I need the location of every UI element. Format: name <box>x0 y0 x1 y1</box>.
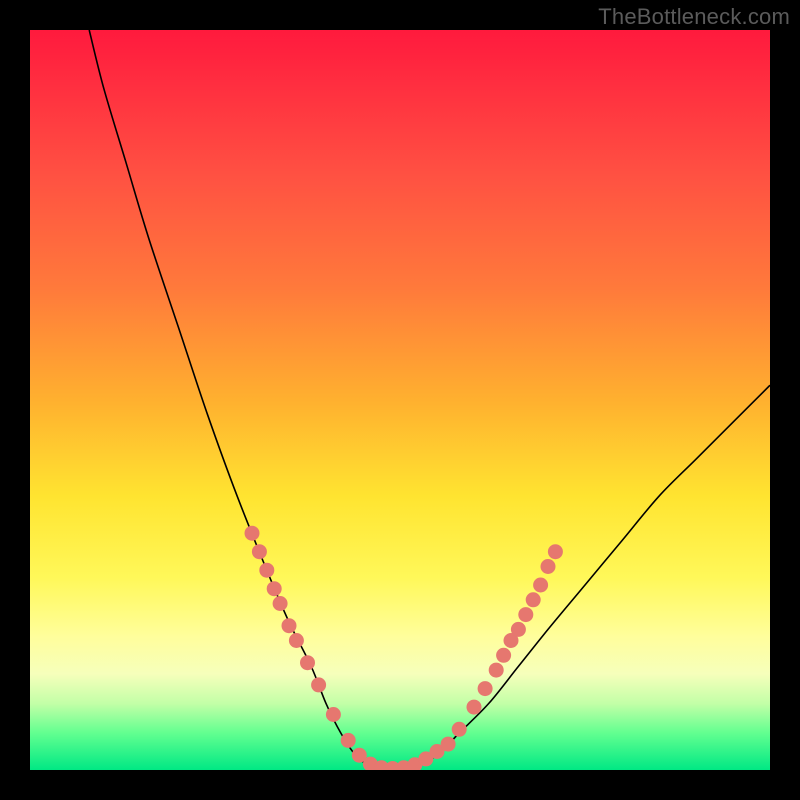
data-point <box>518 607 533 622</box>
data-point <box>467 700 482 715</box>
data-point <box>326 707 341 722</box>
data-points-group <box>245 526 563 770</box>
data-point <box>273 596 288 611</box>
data-point <box>441 737 456 752</box>
bottleneck-curve <box>89 30 770 770</box>
chart-svg <box>30 30 770 770</box>
data-point <box>341 733 356 748</box>
data-point <box>526 592 541 607</box>
data-point <box>311 677 326 692</box>
data-point <box>252 544 267 559</box>
data-point <box>489 663 504 678</box>
plot-area <box>30 30 770 770</box>
data-point <box>289 633 304 648</box>
chart-frame: TheBottleneck.com <box>0 0 800 800</box>
data-point <box>496 648 511 663</box>
data-point <box>478 681 493 696</box>
data-point <box>548 544 563 559</box>
data-point <box>259 563 274 578</box>
data-point <box>245 526 260 541</box>
data-point <box>511 622 526 637</box>
watermark-text: TheBottleneck.com <box>598 4 790 30</box>
data-point <box>282 618 297 633</box>
data-point <box>300 655 315 670</box>
data-point <box>541 559 556 574</box>
data-point <box>267 581 282 596</box>
data-point <box>452 722 467 737</box>
data-point <box>533 578 548 593</box>
